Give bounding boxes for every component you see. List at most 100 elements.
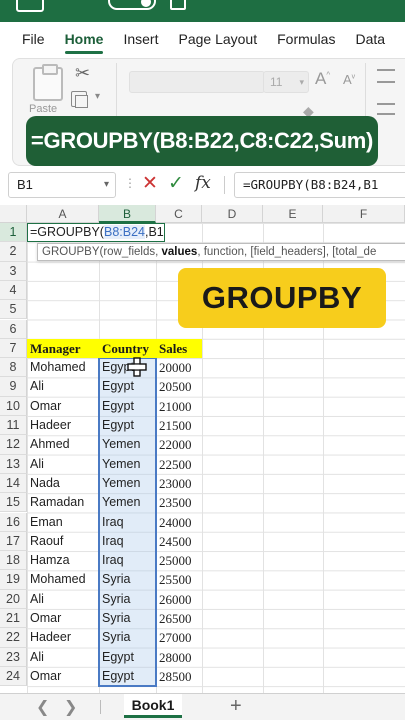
cancel-icon[interactable]: ✕ — [142, 172, 158, 195]
country-cell[interactable]: Iraq — [99, 551, 156, 570]
country-cell[interactable]: Yemen — [99, 435, 156, 454]
manager-cell[interactable]: Mohamed — [27, 570, 99, 589]
manager-cell[interactable]: Omar — [27, 667, 99, 686]
column-header-e[interactable]: E — [263, 205, 323, 223]
manager-cell[interactable]: Omar — [27, 397, 99, 416]
column-header-c[interactable]: C — [156, 205, 202, 223]
manager-cell[interactable]: Ramadan — [27, 493, 99, 512]
row-header-22[interactable]: 22 — [0, 628, 27, 648]
country-cell[interactable]: Egypt — [99, 648, 156, 667]
manager-cell[interactable]: Omar — [27, 609, 99, 628]
row-header-6[interactable]: 6 — [0, 319, 27, 339]
table-header-cell[interactable]: Sales — [156, 338, 202, 359]
row-header-10[interactable]: 10 — [0, 396, 27, 416]
prev-sheet-icon[interactable]: ❮ — [36, 697, 49, 717]
wrap-text-icon[interactable] — [377, 69, 395, 83]
country-cell[interactable]: Yemen — [99, 493, 156, 512]
sales-cell[interactable]: 26000 — [156, 590, 202, 609]
country-cell[interactable]: Iraq — [99, 513, 156, 532]
sales-cell[interactable]: 22000 — [156, 435, 202, 454]
row-header-4[interactable]: 4 — [0, 280, 27, 301]
country-cell[interactable]: Egypt — [99, 416, 156, 435]
country-cell[interactable]: Syria — [99, 628, 156, 647]
sales-cell[interactable]: 23500 — [156, 493, 202, 512]
sales-cell[interactable]: 24500 — [156, 532, 202, 551]
formula-input[interactable]: =GROUPBY(B8:B24,B1 — [234, 172, 405, 198]
row-header-2[interactable]: 2 — [0, 242, 27, 262]
sheet-tab-book1[interactable]: Book1 — [124, 694, 182, 718]
sales-cell[interactable]: 24000 — [156, 513, 202, 532]
increase-font-icon[interactable]: A^ — [315, 69, 330, 89]
align-icon[interactable] — [377, 103, 395, 115]
row-header-24[interactable]: 24 — [0, 666, 27, 687]
manager-cell[interactable]: Hadeer — [27, 416, 99, 435]
manager-cell[interactable]: Nada — [27, 474, 99, 493]
country-cell[interactable]: Syria — [99, 609, 156, 628]
manager-cell[interactable]: Eman — [27, 513, 99, 532]
row-header-15[interactable]: 15 — [0, 493, 27, 513]
row-header-23[interactable]: 23 — [0, 647, 27, 667]
paste-icon[interactable] — [33, 64, 63, 101]
row-header-5[interactable]: 5 — [0, 300, 27, 320]
menu-page-layout[interactable]: Page Layout — [168, 22, 267, 56]
row-header-20[interactable]: 20 — [0, 589, 27, 609]
country-cell[interactable]: Yemen — [99, 455, 156, 474]
manager-cell[interactable]: Ali — [27, 648, 99, 667]
select-all-corner[interactable] — [0, 205, 27, 223]
menu-file[interactable]: File — [0, 22, 55, 56]
row-header-7[interactable]: 7 — [0, 338, 27, 359]
menu-insert[interactable]: Insert — [113, 22, 168, 56]
menu-home[interactable]: Home — [55, 22, 114, 56]
manager-cell[interactable]: Hamza — [27, 551, 99, 570]
country-cell[interactable]: Egypt — [99, 667, 156, 686]
sales-cell[interactable]: 26500 — [156, 609, 202, 628]
manager-cell[interactable]: Raouf — [27, 532, 99, 551]
decrease-font-icon[interactable]: Av — [343, 72, 355, 87]
manager-cell[interactable]: Ali — [27, 455, 99, 474]
manager-cell[interactable]: Ali — [27, 377, 99, 396]
column-header-a[interactable]: A — [27, 205, 99, 223]
sales-cell[interactable]: 22500 — [156, 455, 202, 474]
row-header-9[interactable]: 9 — [0, 377, 27, 397]
country-cell[interactable]: Iraq — [99, 532, 156, 551]
country-cell[interactable]: Egypt — [99, 397, 156, 416]
row-header-3[interactable]: 3 — [0, 261, 27, 281]
row-header-19[interactable]: 19 — [0, 570, 27, 590]
country-cell[interactable]: Egypt — [99, 377, 156, 396]
name-box[interactable]: B1 ▾ — [8, 172, 116, 198]
row-header-14[interactable]: 14 — [0, 473, 27, 494]
sales-cell[interactable]: 28000 — [156, 648, 202, 667]
sales-cell[interactable]: 25500 — [156, 570, 202, 589]
country-cell[interactable]: Yemen — [99, 474, 156, 493]
autosave-toggle[interactable] — [108, 0, 156, 10]
table-header-cell[interactable]: Manager — [27, 338, 99, 359]
sales-cell[interactable]: 21500 — [156, 416, 202, 435]
sales-cell[interactable]: 23000 — [156, 474, 202, 493]
sales-cell[interactable]: 21000 — [156, 397, 202, 416]
row-header-21[interactable]: 21 — [0, 609, 27, 629]
country-cell[interactable]: Syria — [99, 570, 156, 589]
row-header-17[interactable]: 17 — [0, 531, 27, 552]
next-sheet-icon[interactable]: ❯ — [64, 697, 77, 717]
row-header-8[interactable]: 8 — [0, 358, 27, 378]
active-cell-editor[interactable]: =GROUPBY(B8:B24,B1 — [27, 223, 165, 243]
sales-cell[interactable]: 25000 — [156, 551, 202, 570]
font-size-select[interactable]: 11 ▾ — [263, 71, 309, 93]
font-name-select[interactable] — [129, 71, 265, 93]
menu-formulas[interactable]: Formulas — [267, 22, 345, 56]
copy-icon[interactable] — [71, 91, 88, 108]
country-cell[interactable]: Syria — [99, 590, 156, 609]
manager-cell[interactable]: Ahmed — [27, 435, 99, 454]
manager-cell[interactable]: Hadeer — [27, 628, 99, 647]
sales-cell[interactable]: 27000 — [156, 628, 202, 647]
manager-cell[interactable]: Ali — [27, 590, 99, 609]
row-header-1[interactable]: 1 — [0, 223, 27, 243]
cut-icon[interactable]: ✂ — [75, 63, 90, 84]
insert-function-icon[interactable]: fx — [195, 173, 211, 193]
row-header-18[interactable]: 18 — [0, 551, 27, 571]
sales-cell[interactable]: 20000 — [156, 358, 202, 377]
column-header-d[interactable]: D — [202, 205, 263, 223]
menu-data[interactable]: Data — [345, 22, 395, 56]
sales-cell[interactable]: 20500 — [156, 377, 202, 396]
enter-icon[interactable]: ✓ — [168, 172, 184, 195]
